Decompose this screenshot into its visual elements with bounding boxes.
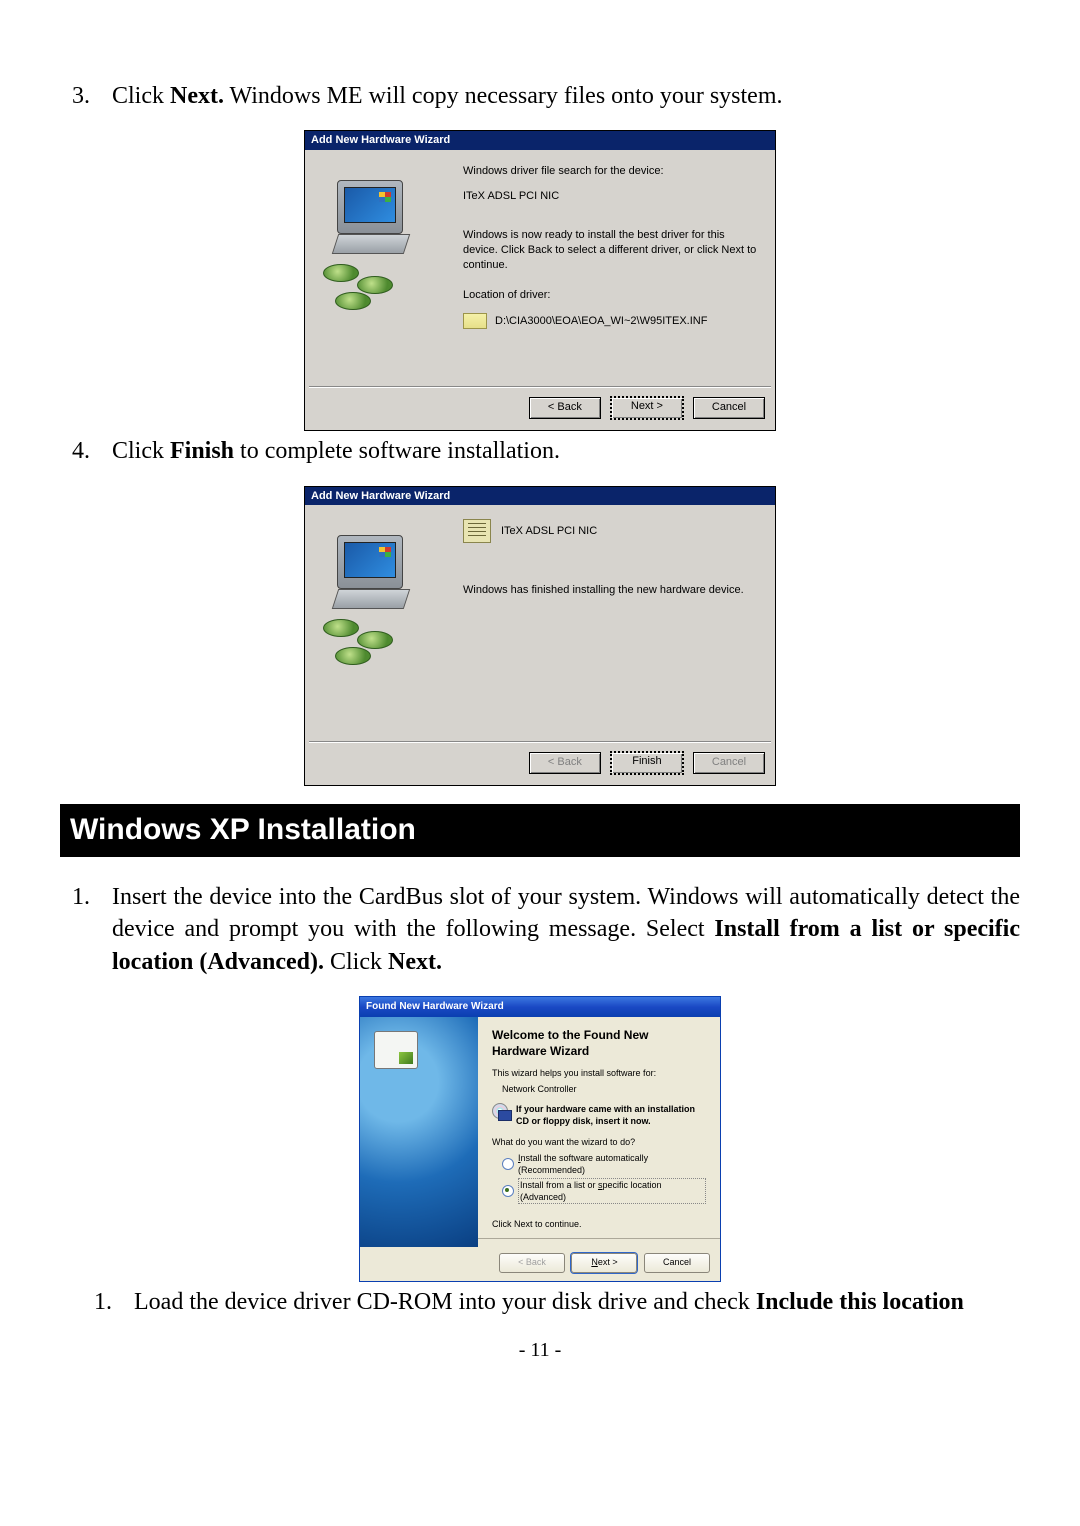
hardware-icon xyxy=(374,1031,418,1069)
wizard-heading: Welcome to the Found NewHardware Wizard xyxy=(492,1027,706,1059)
radio-auto[interactable]: Install the software automatically (Reco… xyxy=(502,1152,706,1176)
cd-hint-text: If your hardware came with an installati… xyxy=(516,1103,706,1127)
wizard-graphic xyxy=(321,519,451,729)
back-button[interactable]: < Back xyxy=(529,397,601,419)
location-label: Location of driver: xyxy=(463,288,759,303)
radio-icon xyxy=(502,1158,514,1170)
page-number: - 11 - xyxy=(60,1337,1020,1364)
cancel-button: Cancel xyxy=(693,752,765,774)
document-page: Click Next. Windows ME will copy necessa… xyxy=(0,0,1080,1404)
dialog-footer: < Back Next > Cancel xyxy=(305,388,775,430)
wizard-dialog-finished: Add New Hardware Wizard ITeX ADSL PCI NI… xyxy=(304,486,776,787)
finish-button[interactable]: Finish xyxy=(610,751,684,775)
device-name: Network Controller xyxy=(502,1083,706,1095)
driver-path-row: D:\CIA3000\EOA\EOA_WI~2\W95ITEX.INF xyxy=(463,313,759,329)
xp1b-b0: Include this location xyxy=(756,1289,964,1315)
xp1-b1: Next. xyxy=(388,949,442,975)
search-label: Windows driver file search for the devic… xyxy=(463,164,759,179)
cd-floppy-icon xyxy=(492,1103,510,1119)
back-button: < Back xyxy=(529,752,601,774)
wizard-side-graphic xyxy=(360,1017,478,1248)
device-row: ITeX ADSL PCI NIC xyxy=(463,519,759,543)
next-button[interactable]: Next > xyxy=(610,396,684,420)
computer-icon xyxy=(321,535,431,675)
what-label: What do you want the wizard to do? xyxy=(492,1136,706,1148)
wizard-dialog-driver-found: Add New Hardware Wizard Windows driver f… xyxy=(304,130,776,431)
radio-icon xyxy=(502,1185,514,1197)
next-button[interactable]: Next > xyxy=(571,1253,637,1273)
cd-hint-row: If your hardware came with an installati… xyxy=(492,1103,706,1127)
me-step-3: Click Next. Windows ME will copy necessa… xyxy=(60,80,1020,112)
dialog-titlebar: Found New Hardware Wizard xyxy=(360,997,720,1017)
click-next-label: Click Next to continue. xyxy=(492,1218,706,1230)
finished-msg: Windows has finished installing the new … xyxy=(463,583,759,598)
radio-advanced[interactable]: Install from a list or specific location… xyxy=(502,1178,706,1204)
step4-post: to complete software installation. xyxy=(234,438,560,464)
step4-pre: Click xyxy=(112,438,170,464)
inf-file-icon xyxy=(463,313,487,329)
dialog-titlebar: Add New Hardware Wizard xyxy=(305,131,775,150)
helps-label: This wizard helps you install software f… xyxy=(492,1067,706,1079)
me-step-4: Click Finish to complete software instal… xyxy=(60,435,1020,467)
step3-bold: Next. xyxy=(170,83,224,109)
xp-step-1: Insert the device into the CardBus slot … xyxy=(60,881,1020,978)
radio-auto-label: Install the software automatically (Reco… xyxy=(518,1152,706,1176)
step4-bold: Finish xyxy=(170,438,234,464)
driver-path: D:\CIA3000\EOA\EOA_WI~2\W95ITEX.INF xyxy=(495,315,707,327)
xp1b-t0: Load the device driver CD-ROM into your … xyxy=(134,1289,756,1315)
cancel-button[interactable]: Cancel xyxy=(693,397,765,419)
xp1-t1: Click xyxy=(324,949,388,975)
ready-msg: Windows is now ready to install the best… xyxy=(463,228,759,273)
step3-post: Windows ME will copy necessary files ont… xyxy=(224,83,783,109)
registry-icon xyxy=(463,519,491,543)
computer-icon xyxy=(321,180,431,320)
section-heading: Windows XP Installation xyxy=(60,804,1020,857)
dialog-titlebar: Add New Hardware Wizard xyxy=(305,487,775,506)
dialog-footer: < Back Next > Cancel xyxy=(360,1247,720,1281)
cancel-button[interactable]: Cancel xyxy=(644,1253,710,1273)
device-name: ITeX ADSL PCI NIC xyxy=(501,525,597,537)
xp-step-1b: Load the device driver CD-ROM into your … xyxy=(60,1286,1020,1318)
back-button: < Back xyxy=(499,1253,565,1273)
step3-pre: Click xyxy=(112,83,170,109)
device-name: ITeX ADSL PCI NIC xyxy=(463,189,759,204)
radio-advanced-label: Install from a list or specific location… xyxy=(518,1178,706,1204)
dialog-footer: < Back Finish Cancel xyxy=(305,743,775,785)
wizard-graphic xyxy=(321,164,451,374)
found-new-hardware-wizard: Found New Hardware Wizard Welcome to the… xyxy=(359,996,721,1282)
